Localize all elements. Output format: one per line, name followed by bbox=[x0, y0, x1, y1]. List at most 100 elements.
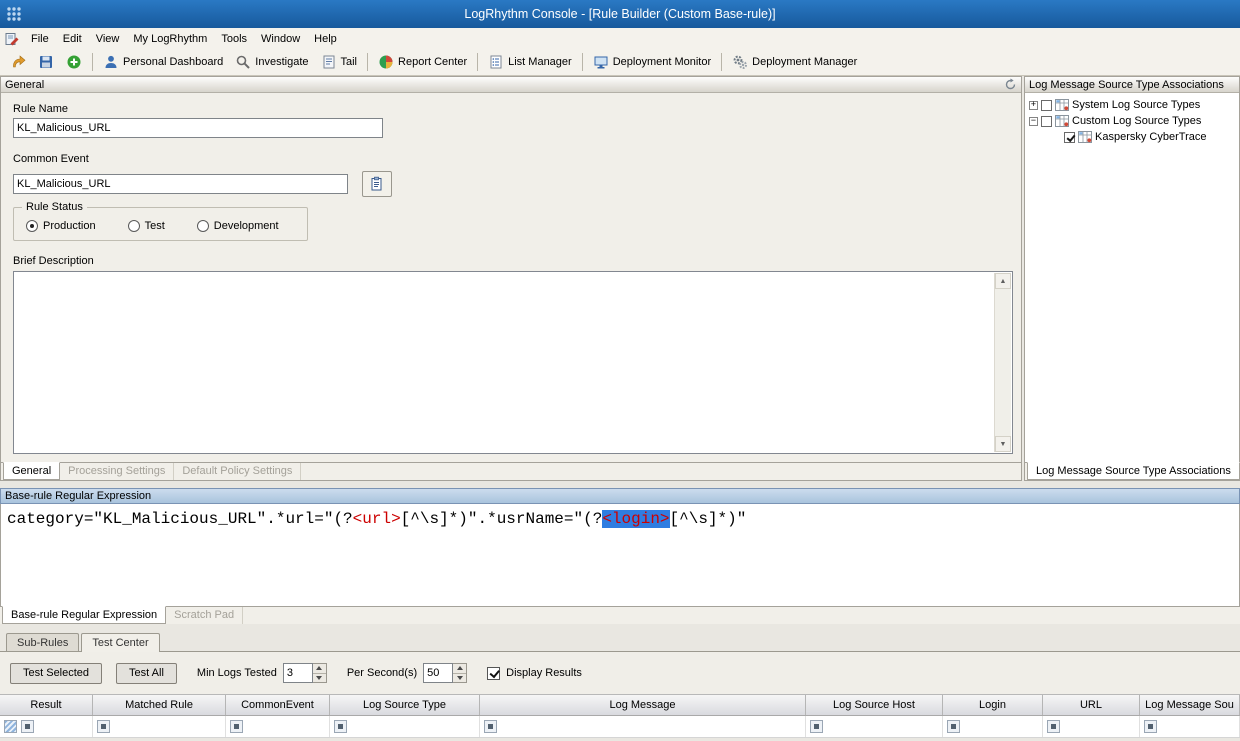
display-results-checkbox[interactable] bbox=[487, 667, 500, 680]
result-cell-commonevent[interactable] bbox=[226, 716, 330, 737]
scroll-up-icon[interactable]: ▲ bbox=[995, 273, 1011, 289]
regex-expression: category="KL_Malicious_URL".*url="(?<url… bbox=[7, 510, 1239, 528]
per-second-input[interactable] bbox=[423, 663, 453, 683]
tree-collapse-icon[interactable]: − bbox=[1029, 117, 1038, 126]
menu-item-view[interactable]: View bbox=[89, 31, 127, 47]
tree-item-system-log-source-types[interactable]: +System Log Source Types bbox=[1025, 97, 1239, 113]
test-selected-button[interactable]: Test Selected bbox=[10, 663, 102, 684]
tree-item-custom-log-source-types[interactable]: −Custom Log Source Types bbox=[1025, 113, 1239, 129]
toolbar-separator bbox=[582, 53, 583, 71]
spin-down-icon[interactable] bbox=[453, 673, 466, 683]
common-event-label: Common Event bbox=[13, 153, 1013, 165]
common-event-input[interactable] bbox=[13, 174, 348, 194]
logrhythm-logo-icon bbox=[6, 6, 22, 22]
associations-tab[interactable]: Log Message Source Type Associations bbox=[1027, 462, 1240, 480]
brief-description-textarea[interactable]: ▲ ▼ bbox=[13, 271, 1013, 454]
cell-value-icon bbox=[947, 720, 960, 733]
toolbar-button-deployment-monitor[interactable]: Deployment Monitor bbox=[587, 51, 717, 73]
general-form: Rule Name Common Event Rule Status Produ… bbox=[1, 93, 1021, 462]
toolbar-button-list-manager[interactable]: List Manager bbox=[482, 51, 578, 73]
tree-checkbox[interactable] bbox=[1041, 100, 1052, 111]
result-cell-log-message[interactable] bbox=[480, 716, 806, 737]
window-title: LogRhythm Console - [Rule Builder (Custo… bbox=[464, 7, 775, 21]
toolbar-button-tail[interactable]: Tail bbox=[315, 51, 364, 73]
cell-value-icon bbox=[810, 720, 823, 733]
row-select-indicator-icon[interactable] bbox=[4, 720, 17, 733]
radio-button-icon[interactable] bbox=[26, 220, 38, 232]
result-cell-log-message-sou[interactable] bbox=[1140, 716, 1240, 737]
menu-item-help[interactable]: Help bbox=[307, 31, 344, 47]
deployment-manager-icon bbox=[732, 54, 748, 70]
menu-item-my-logrhythm[interactable]: My LogRhythm bbox=[126, 31, 214, 47]
radio-button-icon[interactable] bbox=[128, 220, 140, 232]
general-tab-default-policy-settings[interactable]: Default Policy Settings bbox=[174, 463, 301, 480]
menu-item-file[interactable]: File bbox=[24, 31, 56, 47]
menu-item-tools[interactable]: Tools bbox=[214, 31, 254, 47]
spin-up-icon[interactable] bbox=[453, 664, 466, 673]
horizontal-splitter[interactable] bbox=[0, 481, 1240, 488]
general-tab-general[interactable]: General bbox=[3, 462, 60, 480]
column-header-log-source-host[interactable]: Log Source Host bbox=[806, 695, 943, 715]
column-header-log-message-sou[interactable]: Log Message Sou bbox=[1140, 695, 1240, 715]
cell-value-icon bbox=[484, 720, 497, 733]
list-manager-icon bbox=[488, 54, 504, 70]
magnifier-icon bbox=[235, 54, 251, 70]
tree-item-kaspersky-cybertrace[interactable]: Kaspersky CyberTrace bbox=[1025, 129, 1239, 145]
column-header-log-message[interactable]: Log Message bbox=[480, 695, 806, 715]
radio-button-icon[interactable] bbox=[197, 220, 209, 232]
regex-text: [^\s]*)".*usrName="(? bbox=[401, 510, 603, 528]
column-header-url[interactable]: URL bbox=[1043, 695, 1140, 715]
result-cell-result[interactable] bbox=[0, 716, 93, 737]
radio-option-label: Development bbox=[214, 220, 279, 232]
rule-name-input[interactable] bbox=[13, 118, 383, 138]
spin-down-icon[interactable] bbox=[313, 673, 326, 683]
tree-expand-icon[interactable]: + bbox=[1029, 101, 1038, 110]
lower-tab-sub-rules[interactable]: Sub-Rules bbox=[6, 633, 79, 651]
tree-checkbox[interactable] bbox=[1064, 132, 1075, 143]
result-cell-log-source-type[interactable] bbox=[330, 716, 480, 737]
toolbar-button-save[interactable] bbox=[32, 51, 60, 73]
column-header-result[interactable]: Result bbox=[0, 695, 93, 715]
toolbar-button-investigate[interactable]: Investigate bbox=[229, 51, 314, 73]
toolbar-button-personal-dashboard[interactable]: Personal Dashboard bbox=[97, 51, 229, 73]
column-header-login[interactable]: Login bbox=[943, 695, 1043, 715]
radio-option-test[interactable]: Test bbox=[128, 220, 165, 232]
regex-tab-scratch-pad[interactable]: Scratch Pad bbox=[166, 607, 243, 624]
results-table-row[interactable] bbox=[0, 716, 1240, 738]
radio-option-production[interactable]: Production bbox=[26, 220, 96, 232]
tail-icon bbox=[321, 54, 337, 70]
regex-text: category="KL_Malicious_URL".*url="(? bbox=[7, 510, 353, 528]
toolbar-button-add[interactable] bbox=[60, 51, 88, 73]
regex-editor[interactable]: category="KL_Malicious_URL".*url="(?<url… bbox=[0, 504, 1240, 606]
regex-tab-base-rule-regular-expression[interactable]: Base-rule Regular Expression bbox=[2, 606, 166, 624]
toolbar-button-report-center[interactable]: Report Center bbox=[372, 51, 473, 73]
min-logs-stepper bbox=[283, 663, 327, 683]
report-center-icon bbox=[378, 54, 394, 70]
refresh-icon[interactable] bbox=[1004, 78, 1017, 91]
min-logs-input[interactable] bbox=[283, 663, 313, 683]
deployment-monitor-icon bbox=[593, 54, 609, 70]
menu-item-window[interactable]: Window bbox=[254, 31, 307, 47]
tree-checkbox[interactable] bbox=[1041, 116, 1052, 127]
main-toolbar: Personal DashboardInvestigate Tail Report … bbox=[0, 49, 1240, 76]
spin-up-icon[interactable] bbox=[313, 664, 326, 673]
menu-item-edit[interactable]: Edit bbox=[56, 31, 89, 47]
column-header-matched-rule[interactable]: Matched Rule bbox=[93, 695, 226, 715]
test-all-button[interactable]: Test All bbox=[116, 663, 177, 684]
result-cell-matched-rule[interactable] bbox=[93, 716, 226, 737]
title-bar: LogRhythm Console - [Rule Builder (Custo… bbox=[0, 0, 1240, 28]
lower-tab-test-center[interactable]: Test Center bbox=[81, 633, 159, 652]
general-tab-processing-settings[interactable]: Processing Settings bbox=[60, 463, 174, 480]
result-cell-log-source-host[interactable] bbox=[806, 716, 943, 737]
result-cell-url[interactable] bbox=[1043, 716, 1140, 737]
toolbar-button-undo-arrow[interactable] bbox=[4, 51, 32, 73]
column-header-commonevent[interactable]: CommonEvent bbox=[226, 695, 330, 715]
toolbar-button-deployment-manager[interactable]: Deployment Manager bbox=[726, 51, 863, 73]
toolbar-button-label: Tail bbox=[341, 56, 358, 68]
result-cell-login[interactable] bbox=[943, 716, 1043, 737]
scroll-down-icon[interactable]: ▼ bbox=[995, 436, 1011, 452]
description-scrollbar[interactable]: ▲ ▼ bbox=[994, 273, 1011, 452]
radio-option-development[interactable]: Development bbox=[197, 220, 279, 232]
common-event-browse-button[interactable] bbox=[362, 171, 392, 197]
column-header-log-source-type[interactable]: Log Source Type bbox=[330, 695, 480, 715]
